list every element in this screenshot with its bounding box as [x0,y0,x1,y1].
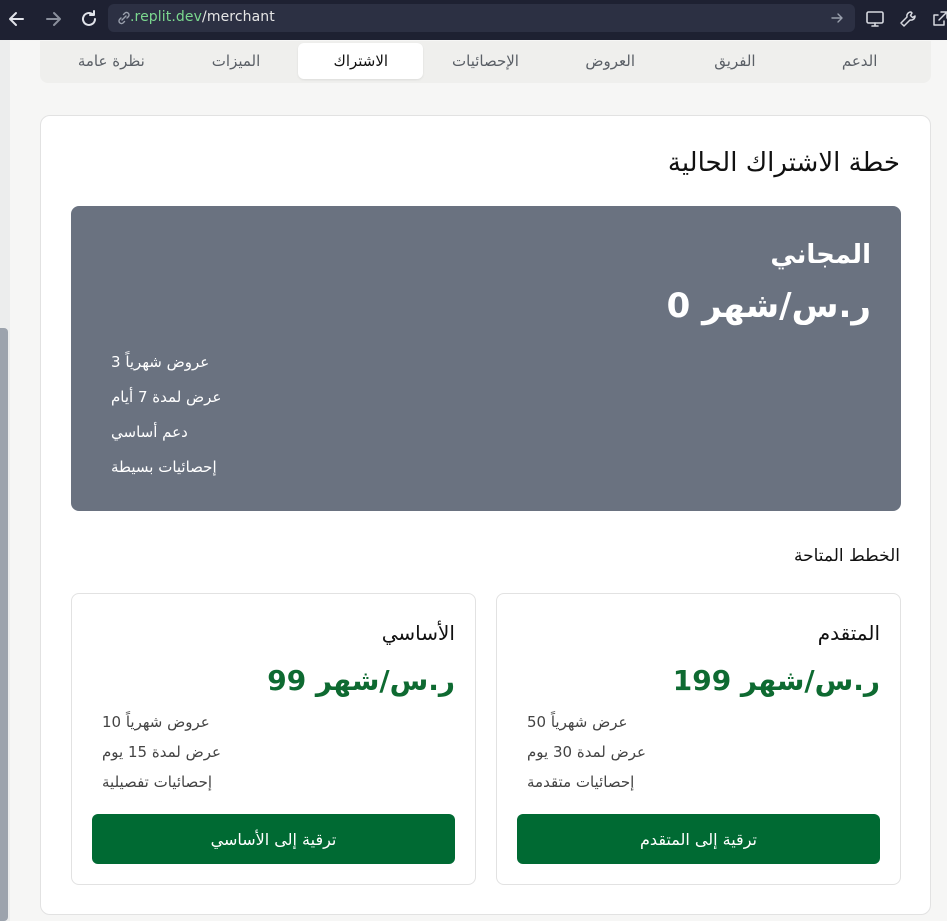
feature-item: إحصائيات تفصيلية [102,773,213,791]
reload-icon[interactable] [78,8,100,30]
feature-item: إحصائيات بسيطة [111,458,217,476]
tab-features[interactable]: الميزات [174,43,299,79]
plan-features: عرض شهرياً 50 عرض لمدة 30 يوم إحصائيات م… [527,709,767,799]
current-plan-heading: خطة الاشتراك الحالية [667,148,900,178]
plan-price: ر.س/شهر 99 [267,664,455,697]
tab-team[interactable]: الفريق [673,43,798,79]
current-plan-features: عروض شهرياً 3 عرض لمدة 7 أيام دعم أساسي … [111,348,311,488]
subscription-card: خطة الاشتراك الحالية المجاني ر.س/شهر 0 ع… [40,115,931,915]
feature-item: عرض لمدة 30 يوم [527,743,646,761]
plan-features: عروض شهرياً 10 عرض لمدة 15 يوم إحصائيات … [102,709,342,799]
tab-support[interactable]: الدعم [797,43,922,79]
forward-icon[interactable] [42,8,64,30]
plan-name: المتقدم [817,621,880,645]
feature-item: عرض شهرياً 50 [527,713,628,731]
browser-toolbar: .replit.dev/merchant [0,0,947,40]
tab-offers[interactable]: العروض [548,43,673,79]
page-scrollbar[interactable] [0,40,10,921]
dashboard-tabs: الدعم الفريق العروض الإحصائيات الاشتراك … [40,41,931,83]
upgrade-basic-button[interactable]: ترقية إلى الأساسي [92,814,455,864]
current-plan-price: ر.س/شهر 0 [666,286,871,326]
tab-subscription[interactable]: الاشتراك [298,43,424,79]
plan-price: ر.س/شهر 199 [672,664,880,697]
address-bar[interactable]: .replit.dev/merchant [108,4,855,32]
url-domain: .replit.dev [130,9,203,25]
tab-overview[interactable]: نظرة عامة [49,43,174,79]
feature-item: إحصائيات متقدمة [527,773,635,791]
current-plan-panel: المجاني ر.س/شهر 0 عروض شهرياً 3 عرض لمدة… [71,206,901,511]
back-icon[interactable] [6,8,28,30]
url-text: .replit.dev/merchant [130,9,275,25]
scrollbar-thumb[interactable] [0,328,8,921]
external-link-icon[interactable] [930,9,947,29]
feature-item: عروض شهرياً 10 [102,713,210,731]
current-plan-name: المجاني [770,240,871,270]
go-icon[interactable] [829,10,845,26]
plan-card-advanced: المتقدم ر.س/شهر 199 عرض شهرياً 50 عرض لم… [496,593,901,885]
upgrade-advanced-button[interactable]: ترقية إلى المتقدم [517,814,880,864]
tab-statistics[interactable]: الإحصائيات [423,43,548,79]
monitor-icon[interactable] [865,9,885,29]
feature-item: عرض لمدة 7 أيام [111,388,222,406]
feature-item: دعم أساسي [111,423,188,441]
plan-card-basic: الأساسي ر.س/شهر 99 عروض شهرياً 10 عرض لم… [71,593,476,885]
feature-item: عروض شهرياً 3 [111,353,210,371]
plan-name: الأساسي [381,621,455,645]
wrench-icon[interactable] [898,9,918,29]
available-plans-heading: الخطط المتاحة [793,546,900,566]
url-path: /merchant [202,9,275,25]
feature-item: عرض لمدة 15 يوم [102,743,221,761]
